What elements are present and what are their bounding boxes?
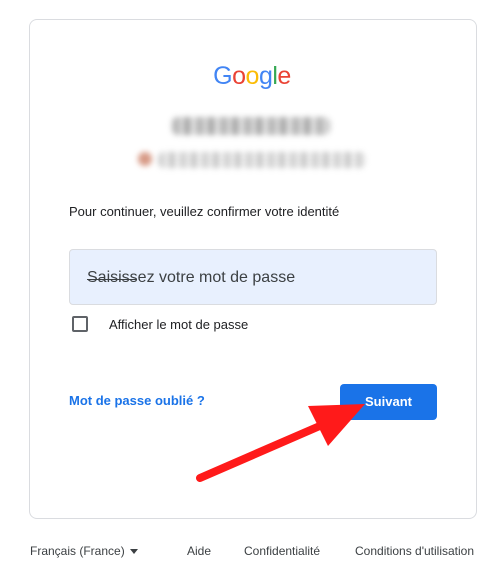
- blurred-account-name: [172, 117, 330, 135]
- language-selector[interactable]: Français (France): [30, 544, 125, 558]
- forgot-password-link[interactable]: Mot de passe oublié ?: [69, 393, 205, 408]
- logo-letter: o: [245, 62, 260, 90]
- page: Google Pour continuer, veuillez confirme…: [0, 0, 504, 576]
- next-button[interactable]: Suivant: [340, 384, 437, 420]
- password-field[interactable]: Saisissez votre mot de passe: [69, 249, 437, 305]
- logo-letter: e: [277, 62, 291, 90]
- logo-letter: g: [258, 62, 273, 90]
- show-password-label[interactable]: Afficher le mot de passe: [109, 317, 248, 332]
- privacy-link[interactable]: Confidentialité: [244, 544, 320, 558]
- placeholder-overlap-line: [87, 279, 137, 280]
- show-password-checkbox[interactable]: [72, 316, 88, 332]
- password-placeholder: Saisissez votre mot de passe: [87, 269, 296, 286]
- blurred-account-email: [158, 152, 366, 168]
- caret-down-icon[interactable]: [130, 549, 138, 554]
- identity-prompt: Pour continuer, veuillez confirmer votre…: [69, 204, 340, 219]
- logo-letter: o: [232, 62, 246, 90]
- google-logo: Google: [0, 62, 504, 91]
- blurred-avatar: [138, 152, 152, 166]
- terms-link[interactable]: Conditions d'utilisation: [355, 544, 474, 558]
- logo-letter: G: [213, 62, 233, 90]
- help-link[interactable]: Aide: [187, 544, 211, 558]
